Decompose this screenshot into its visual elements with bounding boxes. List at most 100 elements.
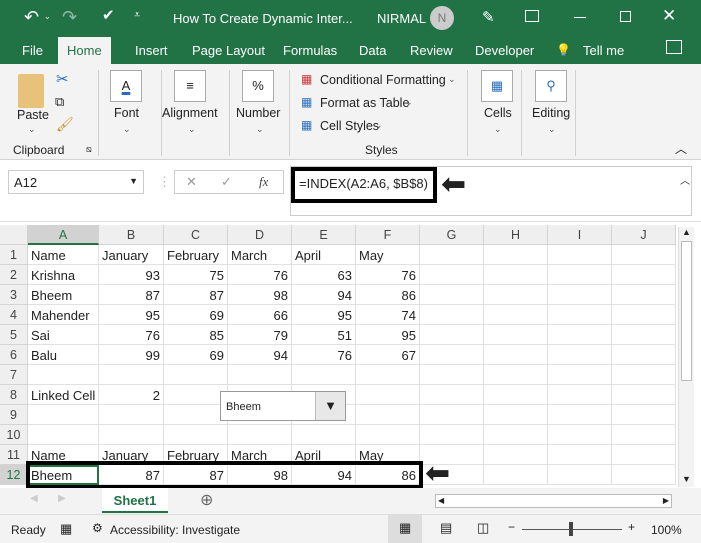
- number-button[interactable]: Number: [236, 106, 280, 120]
- cell-E7[interactable]: [292, 365, 356, 385]
- cell-E3[interactable]: 94: [292, 285, 356, 305]
- cell-H8[interactable]: [484, 385, 548, 405]
- cell-I5[interactable]: [548, 325, 612, 345]
- cell-H7[interactable]: [484, 365, 548, 385]
- tab-home[interactable]: Home: [58, 37, 111, 65]
- row-header[interactable]: 5: [0, 325, 28, 345]
- cell-I4[interactable]: [548, 305, 612, 325]
- column-header-B[interactable]: B: [99, 225, 164, 245]
- cell-J7[interactable]: [612, 365, 676, 385]
- cell-F5[interactable]: 95: [356, 325, 420, 345]
- cell-F3[interactable]: 86: [356, 285, 420, 305]
- cell-H9[interactable]: [484, 405, 548, 425]
- combo-box[interactable]: Bheem ▼: [220, 391, 346, 421]
- cell-C10[interactable]: [164, 425, 228, 445]
- ribbon-display-icon[interactable]: [525, 10, 539, 22]
- zoom-in-icon[interactable]: +: [628, 520, 635, 534]
- column-header-I[interactable]: I: [548, 225, 612, 245]
- cell-A10[interactable]: [28, 425, 99, 445]
- cell-J2[interactable]: [612, 265, 676, 285]
- cell-C8[interactable]: [164, 385, 228, 405]
- cell-E4[interactable]: 95: [292, 305, 356, 325]
- cell-F7[interactable]: [356, 365, 420, 385]
- cell-J11[interactable]: [612, 445, 676, 465]
- cell-D10[interactable]: [228, 425, 292, 445]
- cell-G4[interactable]: [420, 305, 484, 325]
- cell-I9[interactable]: [548, 405, 612, 425]
- cell-D5[interactable]: 79: [228, 325, 292, 345]
- row-header[interactable]: 6: [0, 345, 28, 365]
- cell-C1[interactable]: February: [164, 245, 228, 265]
- cell-A2[interactable]: Krishna: [28, 265, 99, 285]
- cell-styles-button[interactable]: Cell Styles: [320, 119, 379, 133]
- vertical-scrollbar[interactable]: ▲ ▼: [678, 227, 694, 487]
- cell-I8[interactable]: [548, 385, 612, 405]
- column-header-H[interactable]: H: [484, 225, 548, 245]
- cell-D6[interactable]: 94: [228, 345, 292, 365]
- cell-I1[interactable]: [548, 245, 612, 265]
- cell-C3[interactable]: 87: [164, 285, 228, 305]
- row-header[interactable]: 11: [0, 445, 28, 465]
- sheet-tab[interactable]: Sheet1: [102, 488, 168, 513]
- designer-icon[interactable]: ✎: [482, 8, 495, 26]
- macro-record-icon[interactable]: ▦: [60, 521, 72, 537]
- zoom-slider-thumb[interactable]: [569, 522, 573, 536]
- paste-button[interactable]: Paste: [17, 108, 49, 122]
- cell-F1[interactable]: May: [356, 245, 420, 265]
- cell-A5[interactable]: Sai: [28, 325, 99, 345]
- column-header-C[interactable]: C: [164, 225, 228, 245]
- avatar[interactable]: N: [430, 6, 454, 30]
- select-all-button[interactable]: [0, 225, 28, 245]
- combo-dropdown-icon[interactable]: ▼: [315, 392, 345, 420]
- cell-E2[interactable]: 63: [292, 265, 356, 285]
- alignment-button[interactable]: Alignment: [162, 106, 218, 120]
- close-icon[interactable]: ✕: [662, 6, 676, 26]
- cell-B3[interactable]: 87: [99, 285, 164, 305]
- cell-H12[interactable]: [484, 465, 548, 485]
- cell-G5[interactable]: [420, 325, 484, 345]
- column-header-D[interactable]: D: [228, 225, 292, 245]
- cell-H3[interactable]: [484, 285, 548, 305]
- format-painter-icon[interactable]: 🖌: [56, 116, 74, 133]
- user-name[interactable]: NIRMAL: [377, 11, 426, 26]
- row-header[interactable]: 7: [0, 365, 28, 385]
- zoom-out-icon[interactable]: −: [508, 520, 515, 534]
- paste-icon[interactable]: [18, 74, 44, 108]
- cell-B9[interactable]: [99, 405, 164, 425]
- column-header-G[interactable]: G: [420, 225, 484, 245]
- cell-B4[interactable]: 95: [99, 305, 164, 325]
- dialog-launcher-icon[interactable]: ⧅: [86, 144, 92, 155]
- column-header-A[interactable]: A: [28, 225, 99, 245]
- cell-J9[interactable]: [612, 405, 676, 425]
- search-icon[interactable]: ⚲: [535, 70, 567, 102]
- customize-qat-icon[interactable]: ⩡: [134, 9, 140, 22]
- cell-A7[interactable]: [28, 365, 99, 385]
- zoom-level[interactable]: 100%: [651, 523, 682, 537]
- cell-F4[interactable]: 74: [356, 305, 420, 325]
- cell-H5[interactable]: [484, 325, 548, 345]
- minimize-icon[interactable]: [574, 17, 586, 18]
- cell-I12[interactable]: [548, 465, 612, 485]
- enter-icon[interactable]: ✓: [221, 174, 232, 190]
- format-as-table-button[interactable]: Format as Table: [320, 96, 409, 110]
- row-header[interactable]: 4: [0, 305, 28, 325]
- cell-C5[interactable]: 85: [164, 325, 228, 345]
- cell-G7[interactable]: [420, 365, 484, 385]
- add-sheet-icon[interactable]: ⊕: [200, 490, 213, 510]
- row-header[interactable]: 12: [0, 465, 28, 485]
- worksheet-grid[interactable]: A B C D E F G H I J 1 Name January February March April…: [0, 225, 701, 488]
- cells-button[interactable]: Cells: [484, 106, 512, 120]
- cell-G6[interactable]: [420, 345, 484, 365]
- undo-dropdown-icon[interactable]: ⌄: [44, 12, 51, 21]
- collapse-ribbon-icon[interactable]: ︿: [675, 140, 687, 157]
- comments-icon[interactable]: [666, 40, 682, 54]
- cell-G10[interactable]: [420, 425, 484, 445]
- cell-F10[interactable]: [356, 425, 420, 445]
- cell-I11[interactable]: [548, 445, 612, 465]
- cell-F2[interactable]: 76: [356, 265, 420, 285]
- cell-C4[interactable]: 69: [164, 305, 228, 325]
- cell-I3[interactable]: [548, 285, 612, 305]
- cancel-icon[interactable]: ✕: [186, 174, 197, 190]
- row-header[interactable]: 1: [0, 245, 28, 265]
- horizontal-scrollbar[interactable]: ◀ ▶: [435, 494, 672, 508]
